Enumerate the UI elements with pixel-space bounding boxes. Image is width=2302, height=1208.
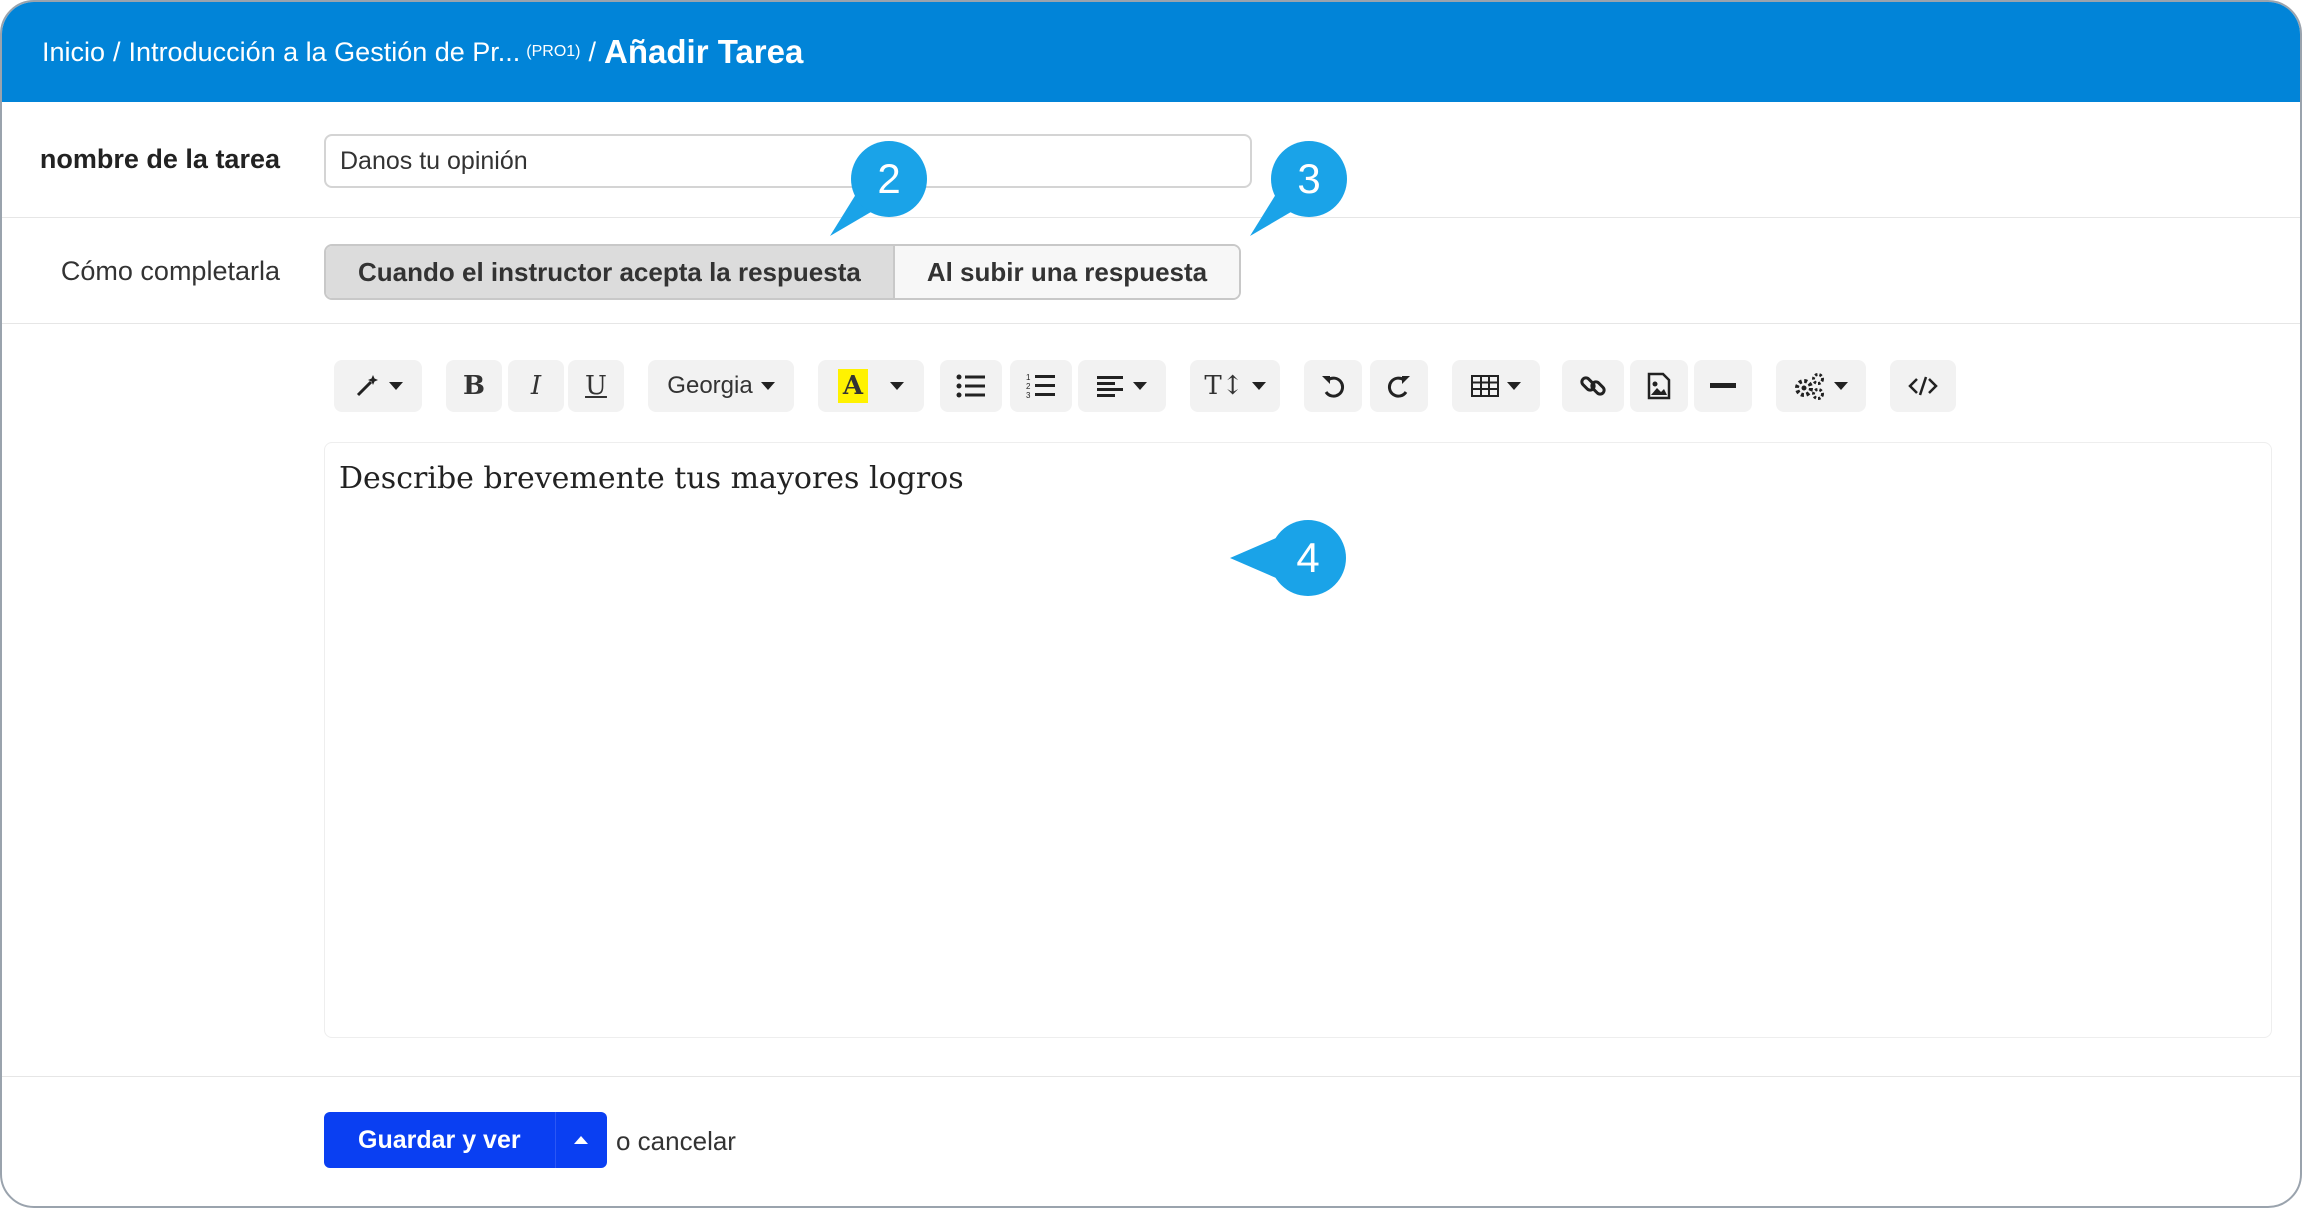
chevron-down-icon [1133, 382, 1147, 390]
completion-row: Cómo completarla Cuando el instructor ac… [2, 218, 2300, 324]
breadcrumb-course-code: (PRO1) [526, 43, 581, 60]
chevron-down-icon [760, 382, 775, 390]
align-left-icon [1097, 376, 1123, 397]
task-name-label: nombre de la tarea [39, 144, 280, 174]
chevron-down-icon [1507, 382, 1521, 390]
svg-text:1: 1 [1026, 373, 1031, 382]
code-view-button[interactable] [1890, 360, 1956, 412]
text-size-dropdown[interactable]: T↕ [1190, 360, 1280, 412]
svg-text:2: 2 [1026, 382, 1031, 391]
page-title: Añadir Tarea [604, 33, 804, 70]
completion-option-instructor-accepts[interactable]: Cuando el instructor acepta la respuesta [326, 246, 895, 298]
task-name-row: nombre de la tarea [2, 102, 2300, 218]
footer-divider [2, 1076, 2300, 1077]
ordered-list-icon: 123 [1026, 373, 1055, 400]
redo-button[interactable] [1370, 360, 1428, 412]
completion-selector: Cuando el instructor acepta la respuesta… [324, 244, 1242, 300]
task-name-input[interactable] [324, 134, 1252, 188]
bold-icon: B [463, 371, 485, 401]
text-color-icon: A [837, 369, 869, 403]
magic-wand-icon [356, 375, 378, 397]
save-options-dropdown[interactable] [554, 1112, 607, 1168]
editor-content: Describe brevemente tus mayores logros [339, 461, 964, 496]
horizontal-rule-button[interactable] [1694, 360, 1752, 412]
settings-dropdown[interactable] [1776, 360, 1866, 412]
callout-3: 3 [1250, 141, 1347, 236]
ordered-list-button[interactable]: 123 [1010, 360, 1072, 412]
completion-label: Cómo completarla [60, 256, 280, 286]
cancel-link[interactable]: o cancelar [616, 1126, 736, 1157]
chevron-up-icon [574, 1136, 589, 1144]
breadcrumb-course[interactable]: Introducción a la Gestión de Pr... [129, 37, 521, 68]
breadcrumb-separator: / [588, 36, 597, 67]
completion-option-on-submit[interactable]: Al subir una respuesta [894, 246, 1240, 298]
align-dropdown[interactable] [1078, 360, 1166, 412]
chevron-down-icon [1251, 382, 1266, 390]
magic-button[interactable] [334, 360, 422, 412]
table-icon [1471, 375, 1499, 397]
italic-icon: I [530, 371, 542, 401]
code-view-icon [1908, 376, 1938, 396]
horizontal-rule-icon [1710, 383, 1736, 388]
table-dropdown[interactable] [1452, 360, 1540, 412]
callout-2-number: 2 [877, 155, 900, 202]
text-size-icon: T↕ [1204, 371, 1244, 401]
gears-icon [1795, 373, 1824, 400]
underline-button[interactable]: U [568, 360, 624, 412]
link-icon [1580, 376, 1606, 396]
image-button[interactable] [1630, 360, 1688, 412]
svg-text:3: 3 [1026, 391, 1031, 400]
text-color-button[interactable]: A [818, 360, 924, 412]
callout-3-number: 3 [1297, 155, 1320, 202]
unordered-list-icon [956, 374, 985, 398]
editor-toolbar: B I U Georgia A 123 T↕ [2, 360, 2300, 420]
breadcrumb: Inicio / Introducción a la Gestión de Pr… [2, 2, 2300, 102]
save-and-view-button[interactable]: Guardar y ver [324, 1112, 555, 1168]
chevron-down-icon [890, 382, 905, 390]
redo-icon [1388, 376, 1410, 398]
font-family-value: Georgia [667, 372, 753, 399]
bold-button[interactable]: B [446, 360, 502, 412]
link-button[interactable] [1562, 360, 1624, 412]
underline-icon: U [585, 371, 607, 401]
breadcrumb-separator: / [113, 36, 121, 67]
image-icon [1647, 372, 1671, 400]
save-button-group: Guardar y ver [324, 1112, 607, 1168]
chevron-down-icon [1834, 382, 1848, 390]
chevron-down-icon [389, 382, 403, 390]
breadcrumb-home[interactable]: Inicio [42, 37, 105, 68]
app-window: Inicio / Introducción a la Gestión de Pr… [0, 0, 2302, 1208]
font-family-dropdown[interactable]: Georgia [648, 360, 794, 412]
undo-icon [1322, 376, 1344, 398]
callout-4: 4 [1230, 520, 1346, 596]
italic-button[interactable]: I [508, 360, 564, 412]
callout-2: 2 [830, 141, 927, 236]
callout-4-number: 4 [1296, 534, 1319, 581]
unordered-list-button[interactable] [940, 360, 1002, 412]
undo-button[interactable] [1304, 360, 1362, 412]
